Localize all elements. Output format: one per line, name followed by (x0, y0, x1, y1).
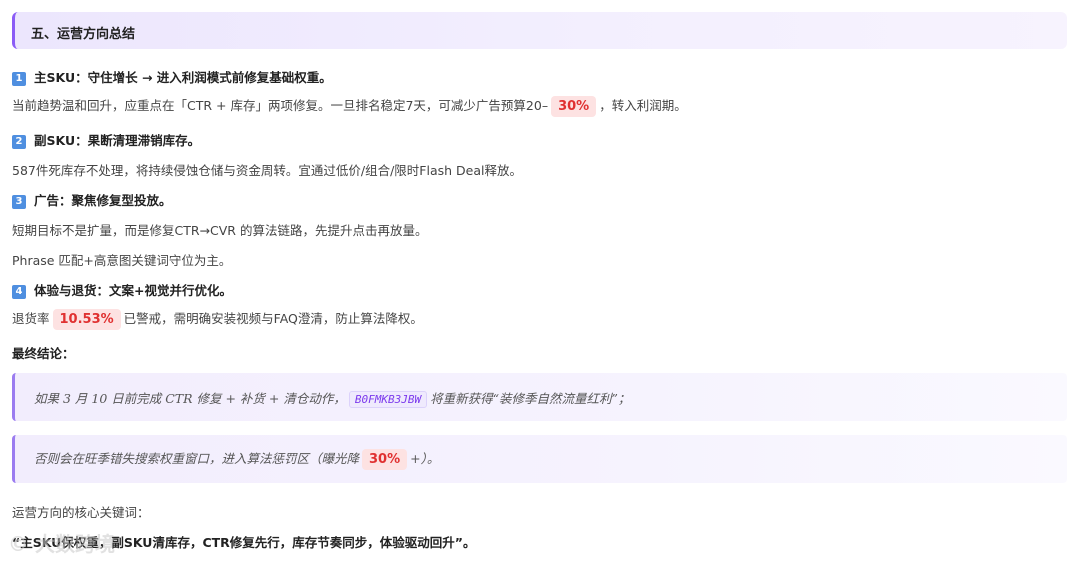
conclusion-label: 最终结论： (12, 346, 75, 361)
conclusion-quote-1: 如果 3 月 10 日前完成 CTR 修复 + 补货 + 清仓动作， B0FMKB… (12, 373, 1067, 421)
return-rate-highlight: 10.53% (52, 309, 121, 330)
point-2-line-1: 587件死库存不处理，将持续侵蚀仓储与资金周转。宜通过低价/组合/限时Flash… (12, 160, 522, 179)
number-3-icon: 3 (12, 195, 26, 209)
quote-2-text-end: +）。 (410, 451, 440, 466)
keywords-label: 运营方向的核心关键词： (12, 505, 150, 520)
point-1-text: 当前趋势温和回升，应重点在「CTR + 库存」两项修复。一旦排名稳定7天，可减少… (12, 98, 549, 113)
watermark: © 大数跨境 (8, 532, 115, 556)
quote-1-text-end: 将重新获得“装修季自然流量红利”； (430, 391, 631, 406)
point-1-line-1: 当前趋势温和回升，应重点在「CTR + 库存」两项修复。一旦排名稳定7天，可减少… (12, 95, 687, 117)
point-2-heading: 副SKU：果断清理滞销库存。 (34, 133, 201, 148)
conclusion-quote-2: 否则会在旺季错失搜索权重窗口，进入算法惩罚区（曝光降 30% +）。 (12, 435, 1067, 483)
asin-code: B0FMKB3JBW (348, 391, 428, 408)
return-rate-label: 退货率 (12, 311, 50, 326)
summary-page: 五、运营方向总结 1 主SKU：守住增长 → 进入利润模式前修复基础权重。 当前趋… (0, 0, 1080, 564)
point-4-heading-row: 4 体验与退货：文案+视觉并行优化。 (12, 280, 232, 299)
point-4-heading: 体验与退货：文案+视觉并行优化。 (34, 283, 232, 298)
section-header: 五、运营方向总结 (12, 12, 1067, 49)
point-1-heading-row: 1 主SKU：守住增长 → 进入利润模式前修复基础权重。 (12, 67, 332, 86)
point-2-text: 587件死库存不处理，将持续侵蚀仓储与资金周转。宜通过低价/组合/限时Flash… (12, 163, 522, 178)
number-2-icon: 2 (12, 135, 26, 149)
point-1-heading: 主SKU：守住增长 → 进入利润模式前修复基础权重。 (34, 70, 332, 85)
quote-2-text: 否则会在旺季错失搜索权重窗口，进入算法惩罚区（曝光降 (34, 451, 360, 466)
point-2-heading-row: 2 副SKU：果断清理滞销库存。 (12, 130, 200, 149)
budget-percent-highlight: 30% (551, 96, 597, 117)
point-4-text: 已警戒，需明确安装视频与FAQ澄清，防止算法降权。 (123, 311, 423, 326)
number-1-icon: 1 (12, 72, 26, 86)
quote-1-text: 如果 3 月 10 日前完成 CTR 修复 + 补货 + 清仓动作， (34, 391, 346, 406)
point-3-heading-row: 3 广告：聚焦修复型投放。 (12, 190, 172, 209)
point-4-line-1: 退货率 10.53% 已警戒，需明确安装视频与FAQ澄清，防止算法降权。 (12, 308, 423, 330)
point-3-text-1: 短期目标不是扩量，而是修复CTR→CVR 的算法链路，先提升点击再放量。 (12, 223, 428, 238)
exposure-drop-highlight: 30% (362, 449, 408, 470)
point-1-text-end: ，转入利润期。 (599, 98, 687, 113)
section-title: 五、运营方向总结 (31, 27, 136, 42)
point-3-line-1: 短期目标不是扩量，而是修复CTR→CVR 的算法链路，先提升点击再放量。 (12, 220, 427, 239)
point-3-text-2: Phrase 匹配+高意图关键词守位为主。 (12, 253, 232, 268)
point-3-line-2: Phrase 匹配+高意图关键词守位为主。 (12, 250, 231, 269)
point-3-heading: 广告：聚焦修复型投放。 (34, 193, 172, 208)
number-4-icon: 4 (12, 285, 26, 299)
